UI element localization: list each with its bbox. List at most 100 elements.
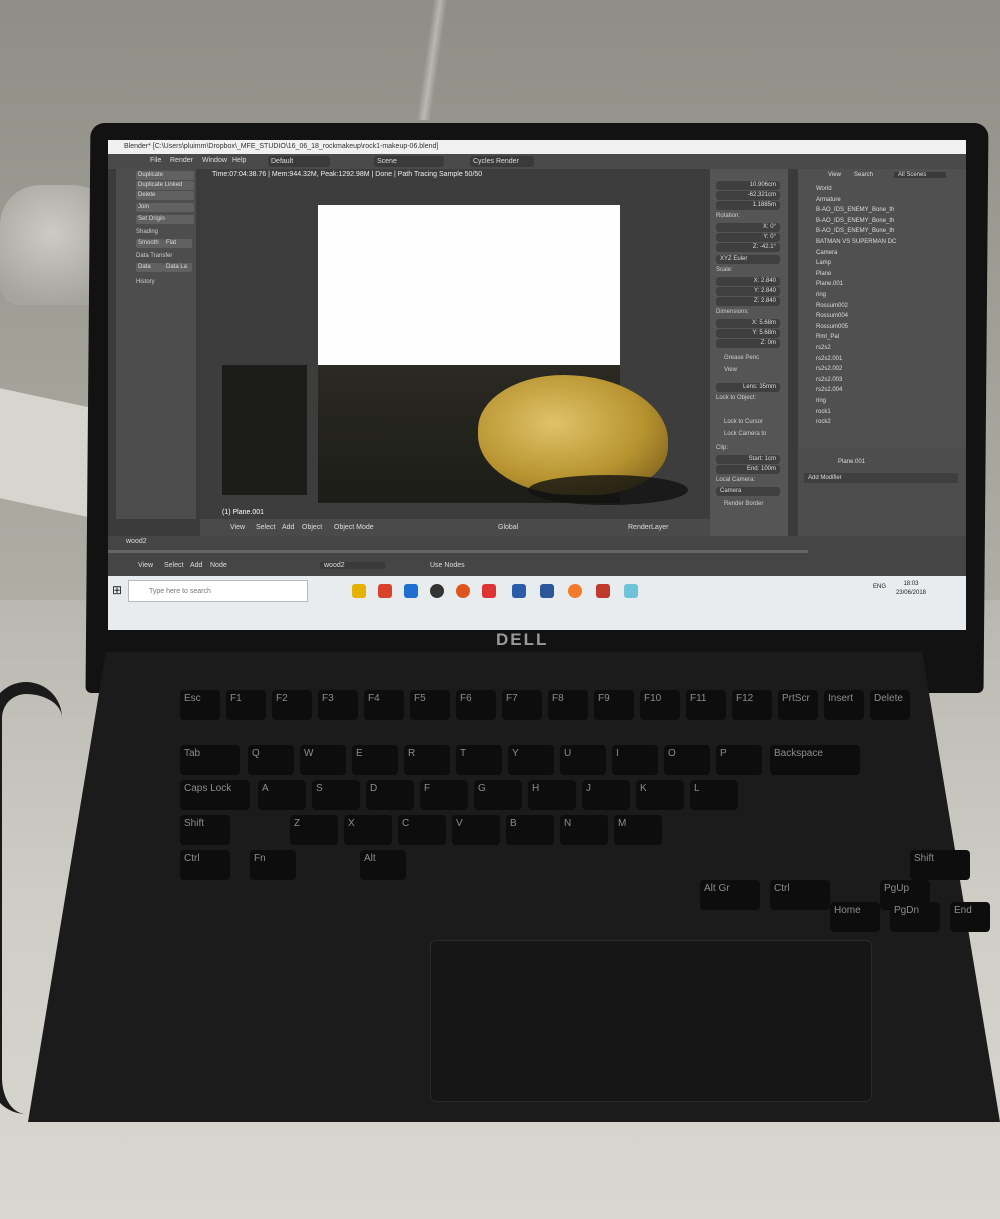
keyboard-key[interactable]: P (716, 745, 762, 775)
outliner-item[interactable]: ring (816, 291, 826, 300)
3d-viewport[interactable]: Time:07:04:38.76 | Mem:944.32M, Peak:129… (200, 169, 710, 536)
keyboard-key[interactable]: I (612, 745, 658, 775)
outliner-item[interactable]: rs2s2.001 (816, 355, 842, 364)
keyboard-key[interactable]: D (366, 780, 414, 810)
camera-field[interactable]: Camera (716, 487, 780, 496)
keyboard-key[interactable]: Backspace (770, 745, 860, 775)
location-x[interactable]: 10.906cm (716, 181, 780, 190)
lock-to-cursor-checkbox[interactable]: Lock to Cursor (724, 419, 763, 425)
render-border-checkbox[interactable]: Render Border (724, 501, 763, 507)
file-explorer-icon[interactable] (352, 584, 366, 598)
keyboard-key[interactable]: PrtScr (778, 690, 818, 720)
keyboard-key[interactable]: Home (830, 902, 880, 932)
windows-start-icon[interactable]: ⊞ (112, 584, 124, 596)
keyboard-key[interactable]: M (614, 815, 662, 845)
view-panel[interactable]: View (724, 367, 737, 373)
keyboard-key[interactable]: T (456, 745, 502, 775)
transform-orientation[interactable]: Global (498, 524, 518, 531)
outliner-item[interactable]: Rossum002 (816, 302, 848, 311)
flat-button[interactable]: Flat (164, 239, 192, 248)
keyboard-key[interactable]: Z (290, 815, 338, 845)
node-scrollbar[interactable] (108, 550, 808, 553)
outliner-item[interactable]: rs2s2.003 (816, 376, 842, 385)
outliner-item[interactable]: World (816, 185, 832, 194)
keyboard-key[interactable]: O (664, 745, 710, 775)
outliner-item[interactable]: Camera (816, 249, 837, 258)
render-layer-selector[interactable]: RenderLayer (628, 524, 668, 531)
app-icon[interactable] (430, 584, 444, 598)
keyboard-key[interactable]: F6 (456, 690, 496, 720)
keyboard-key[interactable]: Fn (250, 850, 296, 880)
keyboard-key[interactable]: Shift (910, 850, 970, 880)
keyboard-key[interactable]: Q (248, 745, 294, 775)
blender-icon[interactable] (568, 584, 582, 598)
smooth-button[interactable]: Smooth (136, 239, 164, 248)
outliner-item[interactable]: rs2s2.002 (816, 365, 842, 374)
history-panel[interactable]: History (136, 279, 155, 285)
menu-help[interactable]: Help (232, 157, 246, 164)
touchpad[interactable] (430, 940, 872, 1102)
edge-icon[interactable] (404, 584, 418, 598)
app-icon[interactable] (378, 584, 392, 598)
location-z[interactable]: 1.1885m (716, 201, 780, 210)
outliner-item[interactable]: B-AO_IDS_ENEMY_Bone_th (816, 217, 894, 226)
keyboard-key[interactable]: PgDn (890, 902, 940, 932)
keyboard-key[interactable]: K (636, 780, 684, 810)
word-icon[interactable] (540, 584, 554, 598)
keyboard-key[interactable]: F7 (502, 690, 542, 720)
object-mode-selector[interactable]: Object Mode (334, 524, 374, 531)
app-icon[interactable] (624, 584, 638, 598)
render-engine-selector[interactable]: Cycles Render (470, 156, 534, 167)
keyboard-key[interactable]: F5 (410, 690, 450, 720)
outliner-item[interactable]: rs2s2.004 (816, 386, 842, 395)
outliner-item[interactable]: Lamp (816, 259, 831, 268)
node-select-menu[interactable]: Select (164, 562, 183, 569)
dimensions-z[interactable]: Z: 0m (716, 339, 780, 348)
outliner-item[interactable]: Rossum004 (816, 312, 848, 321)
keyboard-key[interactable]: H (528, 780, 576, 810)
keyboard-key[interactable]: F3 (318, 690, 358, 720)
add-menu[interactable]: Add (282, 524, 294, 531)
outliner-scene-filter[interactable]: All Scenes (894, 172, 947, 178)
taskbar-clock[interactable]: 18:03 23/06/2018 (896, 580, 926, 598)
node-view-menu[interactable]: View (138, 562, 153, 569)
keyboard-key[interactable]: S (312, 780, 360, 810)
mail-icon[interactable] (482, 584, 496, 598)
join-button[interactable]: Join (136, 203, 194, 212)
scale-x[interactable]: X: 2.840 (716, 277, 780, 286)
rotation-mode[interactable]: XYZ Euler (716, 255, 780, 264)
keyboard-key[interactable]: E (352, 745, 398, 775)
outliner-item[interactable]: rock1 (816, 408, 831, 417)
keyboard-key[interactable]: B (506, 815, 554, 845)
keyboard-key[interactable]: F12 (732, 690, 772, 720)
keyboard-key[interactable]: F1 (226, 690, 266, 720)
use-nodes-checkbox[interactable]: Use Nodes (430, 562, 465, 569)
keyboard-key[interactable]: Ctrl (770, 880, 830, 910)
scene-selector[interactable]: Scene (374, 156, 444, 167)
layout-selector[interactable]: Default (268, 156, 330, 167)
outliner-item[interactable]: Rmt_Pal (816, 333, 839, 342)
ubuntu-icon[interactable] (456, 584, 470, 598)
keyboard-key[interactable]: Shift (180, 815, 230, 845)
delete-button[interactable]: Delete (136, 191, 194, 200)
keyboard-key[interactable]: F11 (686, 690, 726, 720)
keyboard-key[interactable]: W (300, 745, 346, 775)
object-menu[interactable]: Object (302, 524, 322, 531)
keyboard-key[interactable]: Tab (180, 745, 240, 775)
scale-z[interactable]: Z: 2.840 (716, 297, 780, 306)
keyboard-key[interactable]: Ctrl (180, 850, 230, 880)
rotation-y[interactable]: Y: 0° (716, 233, 780, 242)
keyboard-key[interactable]: J (582, 780, 630, 810)
set-origin-button[interactable]: Set Origin (136, 215, 194, 224)
outliner-item[interactable]: Rossum005 (816, 323, 848, 332)
add-modifier-button[interactable]: Add Modifier (804, 473, 958, 483)
keyboard-key[interactable]: U (560, 745, 606, 775)
outliner-view-menu[interactable]: View (828, 172, 841, 178)
outliner-item[interactable]: Plane (816, 270, 831, 279)
keyboard-key[interactable]: F9 (594, 690, 634, 720)
keyboard-key[interactable]: End (950, 902, 990, 932)
outliner-item[interactable]: Plane.001 (816, 280, 843, 289)
keyboard-key[interactable]: Alt (360, 850, 406, 880)
data-layout-button[interactable]: Data La (164, 263, 192, 272)
outliner-item[interactable]: Armature (816, 196, 841, 205)
